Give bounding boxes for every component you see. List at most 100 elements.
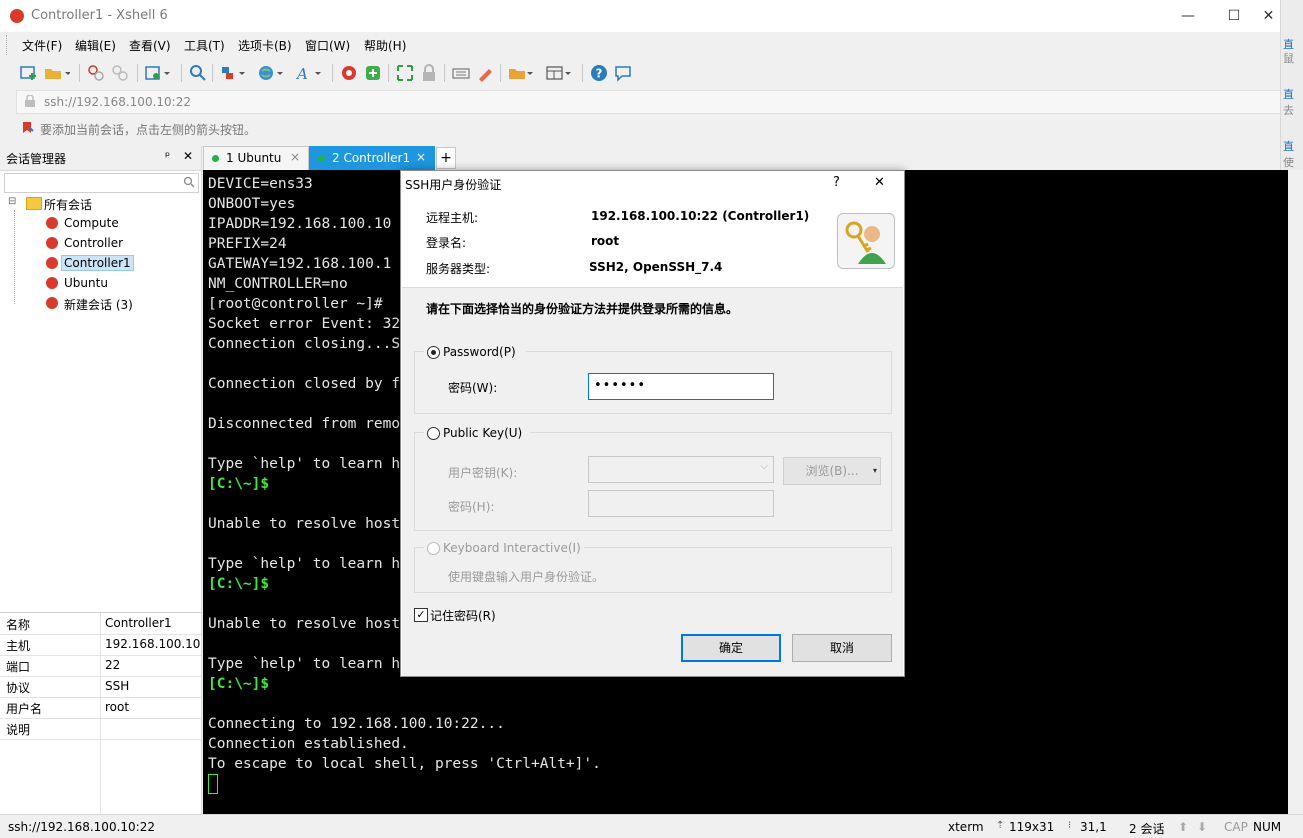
session-icon — [46, 217, 58, 229]
menu-tools[interactable]: 工具(T) — [184, 37, 225, 54]
tree-item-label: 新建会话 (3) — [64, 298, 133, 312]
layout-icon[interactable] — [546, 64, 571, 82]
new-folder-icon[interactable] — [508, 64, 533, 82]
new-tab-button[interactable]: + — [436, 147, 456, 169]
terminal-line: Unable to resolve host — [208, 616, 401, 632]
chat-icon[interactable] — [614, 64, 632, 82]
status-sessions: 2 会话 — [1129, 822, 1165, 836]
reconnect-icon[interactable] — [87, 64, 105, 82]
tab-controller1[interactable]: 2 Controller1 × — [309, 146, 435, 171]
tab-close-icon[interactable]: × — [416, 150, 426, 164]
user-key-select[interactable]: ⌵ — [588, 456, 774, 483]
close-window-button[interactable]: ✕ — [1257, 0, 1280, 32]
menu-edit[interactable]: 编辑(E) — [75, 37, 116, 54]
property-row: 端口 22 — [0, 655, 201, 677]
terminal-line: PREFIX=24 — [208, 236, 287, 252]
open-folder-icon[interactable] — [44, 64, 71, 82]
property-value: Controller1 — [105, 616, 172, 630]
remote-host-label: 远程主机: — [426, 211, 479, 225]
property-key: 名称 — [6, 618, 31, 632]
tree-item-label: Ubuntu — [64, 276, 108, 290]
properties-icon[interactable] — [145, 64, 170, 82]
keyboard-icon[interactable] — [452, 64, 470, 82]
property-key: 用户名 — [6, 702, 43, 716]
status-address: ssh://192.168.100.10:22 — [8, 820, 155, 834]
password-option[interactable]: Password(P) — [424, 344, 526, 360]
prev-session-icon[interactable]: ⬆ — [1178, 820, 1188, 834]
public-key-radio[interactable] — [427, 427, 440, 440]
tree-item-session[interactable]: Ubuntu — [0, 273, 201, 293]
grip — [6, 35, 10, 55]
xshell-icon[interactable] — [340, 64, 358, 82]
strip-text: 鼠 — [1283, 52, 1294, 65]
menu-view[interactable]: 查看(V) — [129, 37, 171, 54]
xftp-icon[interactable] — [364, 64, 382, 82]
tree-item-all-sessions[interactable]: ⊟ 所有会话 — [0, 193, 201, 213]
fullscreen-icon[interactable] — [396, 64, 414, 82]
remember-password-checkbox[interactable]: ✓ — [414, 608, 428, 622]
dropdown-arrow-icon: ▾ — [872, 466, 877, 475]
maximize-button[interactable]: ☐ — [1211, 0, 1257, 32]
status-cursor-position: 31,1 — [1080, 820, 1107, 834]
password-input[interactable]: •••••• — [588, 373, 774, 400]
dialog-body: 请在下面选择恰当的身份验证方法并提供登录所需的信息。 Password(P) 密… — [402, 287, 903, 676]
login-label: 登录名: — [426, 236, 467, 250]
session-icon — [46, 277, 58, 289]
session-search-input[interactable] — [4, 173, 199, 193]
menu-help[interactable]: 帮助(H) — [364, 37, 406, 54]
ok-button[interactable]: 确定 — [681, 634, 781, 662]
tab-close-icon[interactable]: × — [290, 150, 300, 164]
public-key-option[interactable]: Public Key(U) — [424, 425, 530, 441]
tree-item-session[interactable]: 新建会话 (3) — [0, 293, 201, 313]
toolbar-separator — [137, 64, 138, 82]
cancel-button[interactable]: 取消 — [792, 634, 892, 662]
tree-item-label: Controller — [64, 236, 124, 250]
svg-text:A: A — [296, 65, 308, 82]
keyboard-interactive-option[interactable]: Keyboard Interactive(I) — [424, 540, 584, 556]
terminal-scrollbar[interactable] — [1288, 170, 1303, 814]
lock-icon[interactable] — [420, 64, 438, 82]
address-bar[interactable]: ssh://192.168.100.10:22 — [16, 90, 1282, 114]
terminal-line: Type `help' to learn h — [208, 456, 401, 472]
pin-icon[interactable]: ᵖ — [165, 149, 170, 163]
globe-icon[interactable] — [258, 64, 283, 82]
menu-tabs[interactable]: 选项卡(B) — [238, 37, 292, 54]
bookmark-arrow-icon[interactable] — [22, 121, 34, 134]
new-session-icon[interactable] — [20, 64, 38, 82]
passphrase-input[interactable] — [588, 490, 774, 517]
remember-password-label[interactable]: 记住密码(R) — [430, 607, 496, 624]
password-radio[interactable] — [427, 346, 440, 359]
property-key: 协议 — [6, 681, 31, 695]
terminal-line: Disconnected from remo — [208, 416, 401, 432]
browse-button[interactable]: 浏览(B)... ▾ — [783, 457, 881, 485]
session-hint-bar: 要添加当前会话，点击左侧的箭头按钮。 — [0, 116, 1280, 140]
strip-text: 直 — [1283, 140, 1294, 153]
session-icon — [46, 257, 58, 269]
next-session-icon[interactable]: ⬇ — [1197, 820, 1207, 834]
property-value: 22 — [105, 658, 121, 672]
highlight-icon[interactable] — [476, 64, 494, 82]
address-input[interactable]: ssh://192.168.100.10:22 — [44, 95, 191, 109]
tree-item-session[interactable]: Controller — [0, 233, 201, 253]
tree-item-session-selected[interactable]: Controller1 — [0, 253, 201, 273]
dialog-close-button[interactable]: ✕ — [874, 175, 885, 190]
collapse-icon[interactable]: ⊟ — [8, 196, 16, 207]
help-icon[interactable]: ? — [590, 64, 608, 82]
property-row: 名称 Controller1 — [0, 613, 201, 635]
keyboard-interactive-radio[interactable] — [427, 542, 440, 555]
transfer-icon[interactable] — [220, 64, 245, 82]
font-icon[interactable]: A — [295, 64, 321, 83]
disconnect-icon[interactable] — [111, 64, 129, 82]
find-icon[interactable] — [189, 64, 207, 82]
dialog-help-button[interactable]: ? — [833, 175, 840, 190]
toolbar-separator — [212, 64, 213, 82]
title-bar: Controller1 - Xshell 6 — ☐ ✕ — [0, 0, 1280, 32]
tree-item-session[interactable]: Compute — [0, 213, 201, 233]
minimize-button[interactable]: — — [1165, 0, 1211, 32]
menu-window[interactable]: 窗口(W) — [305, 37, 350, 54]
tab-ubuntu[interactable]: 1 Ubuntu × — [203, 146, 309, 171]
menu-file[interactable]: 文件(F) — [22, 37, 62, 54]
terminal-line: Connection closing...S — [208, 336, 401, 352]
close-panel-button[interactable]: ✕ — [183, 149, 193, 163]
status-size: 119x31 — [1009, 820, 1055, 834]
